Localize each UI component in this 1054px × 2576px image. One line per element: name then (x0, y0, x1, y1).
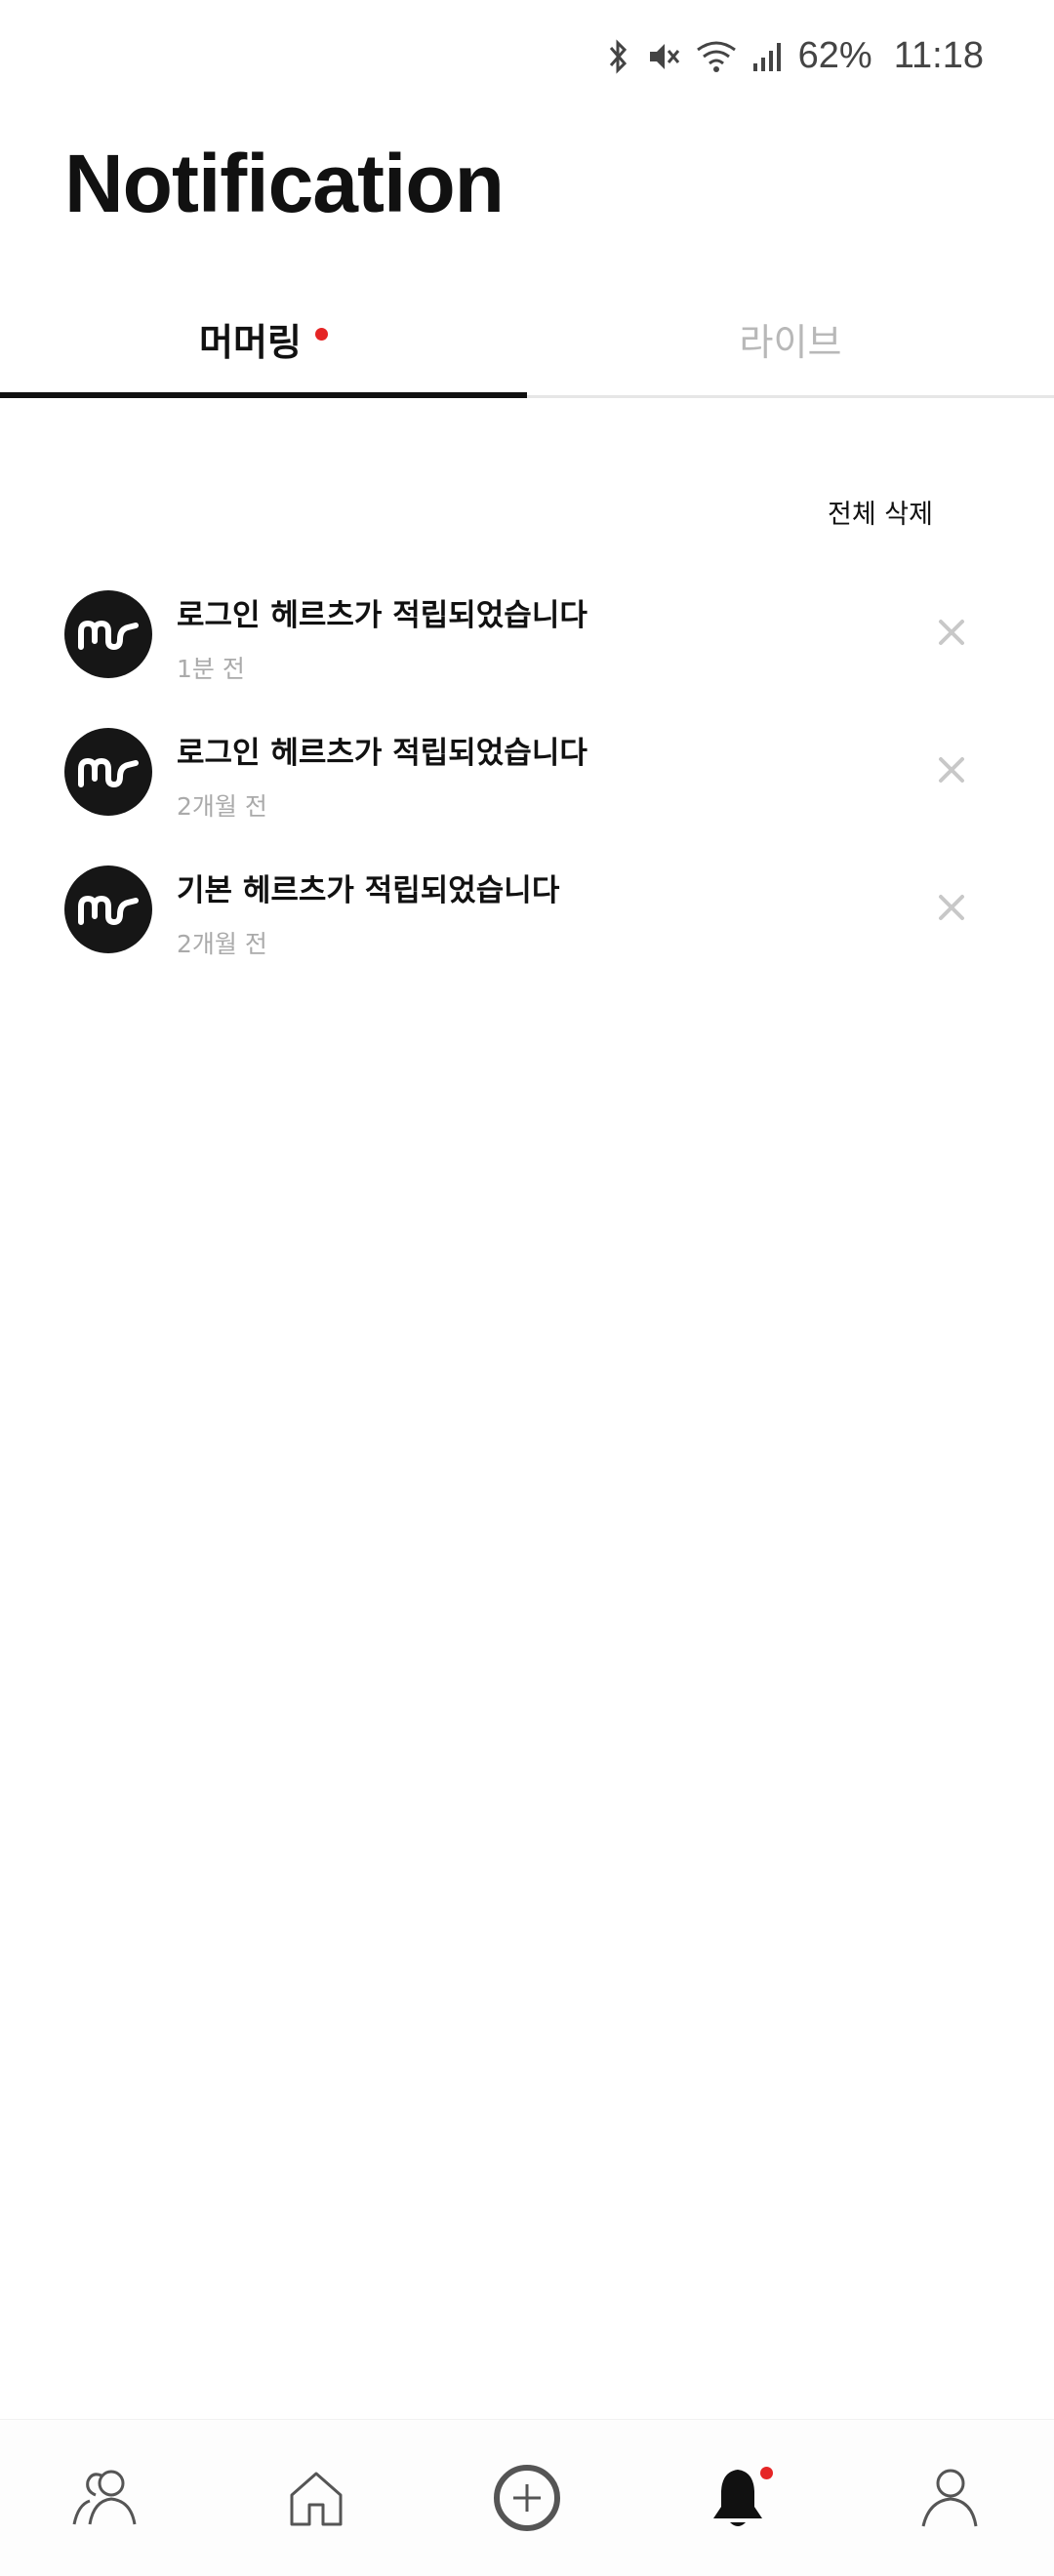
notification-title: 기본 헤르츠가 적립되었습니다 (177, 873, 560, 908)
people-icon (72, 2470, 137, 2525)
nav-home[interactable] (258, 2439, 375, 2556)
murmuring-logo-icon (64, 865, 152, 953)
unread-dot (760, 2467, 773, 2479)
nav-add[interactable] (468, 2439, 586, 2556)
close-icon[interactable] (937, 618, 966, 647)
notification-title: 로그인 헤르츠가 적립되었습니다 (177, 736, 588, 771)
tab-murmuring[interactable]: 머머링 (0, 283, 527, 398)
notification-time: 2개월 전 (177, 930, 267, 958)
page-title: Notification (64, 138, 505, 229)
battery-percentage: 62% (797, 35, 872, 76)
murmuring-logo-icon (64, 590, 152, 678)
delete-all-button[interactable]: 전체 삭제 (828, 493, 933, 531)
person-icon (921, 2469, 978, 2527)
nav-profile[interactable] (890, 2439, 1007, 2556)
notification-item[interactable]: 로그인 헤르츠가 적립되었습니다 2개월 전 (0, 708, 1054, 846)
unread-dot (314, 328, 328, 341)
plus-circle-icon (494, 2465, 560, 2531)
signal-icon (752, 42, 781, 71)
notification-title: 로그인 헤르츠가 적립되었습니다 (177, 598, 588, 633)
notification-time: 1분 전 (177, 655, 245, 683)
notification-time: 2개월 전 (177, 792, 267, 821)
tab-label: 라이브 (739, 321, 842, 364)
murmuring-logo-icon (64, 728, 152, 816)
tab-bar: 머머링 라이브 (0, 283, 1054, 398)
nav-notifications[interactable] (679, 2439, 796, 2556)
nav-friends[interactable] (47, 2439, 164, 2556)
bluetooth-icon (609, 38, 627, 74)
wifi-icon (696, 41, 736, 72)
bell-icon (713, 2470, 762, 2526)
close-icon[interactable] (937, 893, 966, 922)
notification-item[interactable]: 기본 헤르츠가 적립되었습니다 2개월 전 (0, 846, 1054, 984)
notification-item[interactable]: 로그인 헤르츠가 적립되었습니다 1분 전 (0, 571, 1054, 708)
home-icon (290, 2472, 343, 2526)
mute-icon (649, 43, 679, 69)
notification-list: 로그인 헤르츠가 적립되었습니다 1분 전 로그인 헤르츠가 적립되었습니다 2… (0, 571, 1054, 984)
bottom-nav (0, 2419, 1054, 2576)
tab-live[interactable]: 라이브 (527, 283, 1054, 395)
status-bar: 62% 11:18 (0, 0, 1054, 112)
close-icon[interactable] (937, 755, 966, 785)
tab-label: 머머링 (199, 321, 302, 364)
clock: 11:18 (893, 35, 984, 76)
